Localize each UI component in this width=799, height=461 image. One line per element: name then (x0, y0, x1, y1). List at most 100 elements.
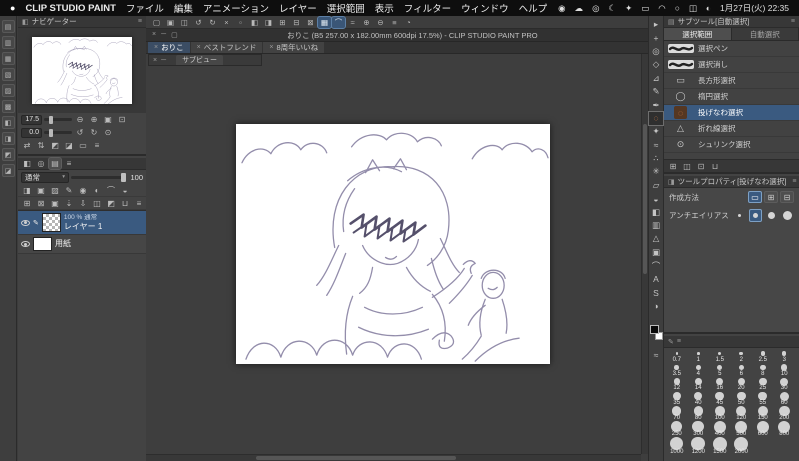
rotation-value[interactable]: 0.0 (21, 127, 42, 138)
material-brush-panel-icon[interactable]: ◩ (1, 148, 15, 161)
menu-item[interactable]: ファイル (126, 1, 164, 15)
brush-size-item[interactable]: 1 (688, 349, 710, 363)
flip-horizontal-icon[interactable]: ⇄ (21, 140, 33, 151)
control-center-icon[interactable]: ◫ (689, 3, 697, 14)
paper-thumbnail[interactable] (33, 237, 52, 251)
brush-size-item[interactable]: 8 (752, 363, 774, 377)
brush-size-item[interactable]: 500 (731, 420, 753, 437)
text-tool-icon[interactable]: A (649, 272, 663, 285)
layer-ruler-icon[interactable]: ⌒ (105, 185, 117, 196)
selection-add-icon[interactable]: ⊠ (304, 17, 317, 28)
layer-visibility-eye-icon[interactable] (21, 219, 30, 226)
anti-alias-strong-option[interactable] (781, 209, 794, 222)
brush-size-item[interactable]: 400 (709, 420, 731, 437)
brush-size-item[interactable]: 16 (709, 377, 731, 391)
snap-to-ruler-icon[interactable]: ▦ (317, 15, 332, 29)
invert-selection-icon[interactable]: ◧ (248, 17, 261, 28)
battery-icon[interactable]: ▭ (641, 3, 649, 14)
quick-access-panel-icon[interactable]: ▤ (1, 20, 15, 33)
canvas-viewport[interactable]: × ─ サブビュー (146, 54, 648, 461)
layer-palette-menu-icon[interactable]: ≡ (63, 158, 75, 169)
subtool-group-tab[interactable]: 自動選択 (731, 28, 799, 40)
wifi-icon[interactable]: ◠ (658, 3, 665, 14)
remove-from-selection-icon[interactable]: ⊟ (780, 191, 794, 203)
reference-layer-icon[interactable]: ◉ (77, 185, 89, 196)
clear-icon[interactable]: × (220, 17, 233, 28)
selection-subtract-icon[interactable]: ⊟ (290, 17, 303, 28)
enable-mask-icon[interactable]: ◐ (91, 185, 103, 196)
rotate-90-left-icon[interactable]: ◩ (49, 140, 61, 151)
clip-to-layer-below-icon[interactable]: ◨ (21, 185, 33, 196)
app-name-menu[interactable]: CLIP STUDIO PAINT (25, 3, 115, 14)
brush-size-item[interactable]: 600 (752, 420, 774, 437)
document-tab[interactable]: × ベストフレンド (190, 42, 263, 53)
brush-size-item[interactable]: 3 (774, 349, 796, 363)
material-pose-panel-icon[interactable]: ◨ (1, 132, 15, 145)
subtool-item[interactable]: ◯ 楕円選択 (664, 89, 799, 105)
canvas-page[interactable] (236, 124, 550, 364)
brush-size-item[interactable]: 1000 (666, 436, 688, 455)
zoom-value[interactable]: 17.5 (21, 114, 42, 125)
zoom-out-view-icon[interactable]: ⊖ (374, 17, 387, 28)
brush-size-item[interactable]: 1500 (709, 436, 731, 455)
brush-size-item[interactable]: 60 (774, 391, 796, 406)
menu-item[interactable]: レイヤー (279, 1, 317, 15)
subtool-duplicate-icon[interactable]: ◫ (681, 161, 693, 172)
layer-search-tab-icon[interactable]: ◎ (35, 158, 47, 169)
vertical-scrollbar[interactable] (641, 54, 648, 454)
menu-item[interactable]: アニメーション (203, 1, 269, 15)
layer-menu-icon[interactable]: ≡ (133, 198, 145, 209)
smooth-view-icon[interactable]: ≈ (346, 17, 359, 28)
maximize-document-icon[interactable]: ▢ (171, 31, 178, 39)
close-document-icon[interactable]: × (152, 31, 156, 39)
rotate-left-icon[interactable]: ↺ (74, 127, 86, 138)
material-monochrome-panel-icon[interactable]: ▧ (1, 68, 15, 81)
menu-item[interactable]: 選択範囲 (327, 1, 365, 15)
vertical-scrollbar-thumb[interactable] (643, 124, 647, 274)
brush-size-item[interactable]: 25 (752, 377, 774, 391)
lightness-tool-icon[interactable]: ◑ (649, 299, 663, 312)
eraser-tool-icon[interactable]: ▱ (649, 179, 663, 192)
menu-item[interactable]: 編集 (174, 1, 193, 15)
layer-list-tab-icon[interactable]: ▤ (48, 157, 62, 170)
menu-item[interactable]: 表示 (375, 1, 394, 15)
material-image-panel-icon[interactable]: ▩ (1, 100, 15, 113)
subtool-item[interactable]: 選択消し (664, 57, 799, 73)
brush-size-item[interactable]: 12 (666, 377, 688, 391)
close-tab-icon[interactable]: × (269, 44, 273, 51)
decoration-tool-icon[interactable]: ✳ (649, 165, 663, 178)
crop-selection-icon[interactable]: ◨ (262, 17, 275, 28)
selection-new-icon[interactable]: ⊞ (276, 17, 289, 28)
undo-icon[interactable]: ↺ (192, 17, 205, 28)
material-manga-panel-icon[interactable]: ▨ (1, 84, 15, 97)
layer-move-tool-icon[interactable]: + (649, 31, 663, 44)
subtool-item[interactable]: ⊙ シュリンク選択 (664, 137, 799, 153)
create-mask-icon[interactable]: ◫ (91, 198, 103, 209)
brush-size-item[interactable]: 2.5 (752, 349, 774, 363)
actual-size-icon[interactable]: ⊡ (116, 114, 128, 125)
bluetooth-icon[interactable]: ✦ (625, 3, 632, 14)
menu-bar-clock[interactable]: 1月27日(火) 22:35 (720, 2, 789, 14)
delete-layer-icon[interactable]: ⊔ (119, 198, 131, 209)
fill-tool-icon[interactable]: ◧ (649, 205, 663, 218)
operation-tool-icon[interactable]: ▸ (649, 18, 663, 31)
brush-size-item[interactable]: 2000 (731, 436, 753, 455)
rotate-90-right-icon[interactable]: ◪ (63, 140, 75, 151)
close-tab-icon[interactable]: × (197, 44, 201, 51)
rotate-right-icon[interactable]: ↻ (88, 127, 100, 138)
switch-main-sub-color-icon[interactable]: ≈ (649, 349, 663, 362)
frame-border-tool-icon[interactable]: ▣ (649, 246, 663, 259)
brush-size-item[interactable]: 50 (731, 391, 753, 406)
brush-size-item[interactable]: 6 (731, 363, 753, 377)
apply-mask-icon[interactable]: ◩ (105, 198, 117, 209)
subview-tab[interactable]: サブビュー (176, 55, 224, 65)
brush-size-item[interactable]: 800 (774, 420, 796, 437)
document-tab[interactable]: × おりこ (148, 42, 190, 53)
layer-color-icon[interactable]: ◒ (119, 185, 131, 196)
ruler-tool-icon[interactable]: ⌒ (649, 259, 663, 272)
fit-canvas-icon[interactable]: ▭ (77, 140, 89, 151)
layer-row[interactable]: ✎ 用紙 (18, 235, 146, 254)
flip-vertical-icon[interactable]: ⇅ (35, 140, 47, 151)
brush-size-item[interactable]: 10 (774, 363, 796, 377)
brush-size-item[interactable]: 45 (709, 391, 731, 406)
